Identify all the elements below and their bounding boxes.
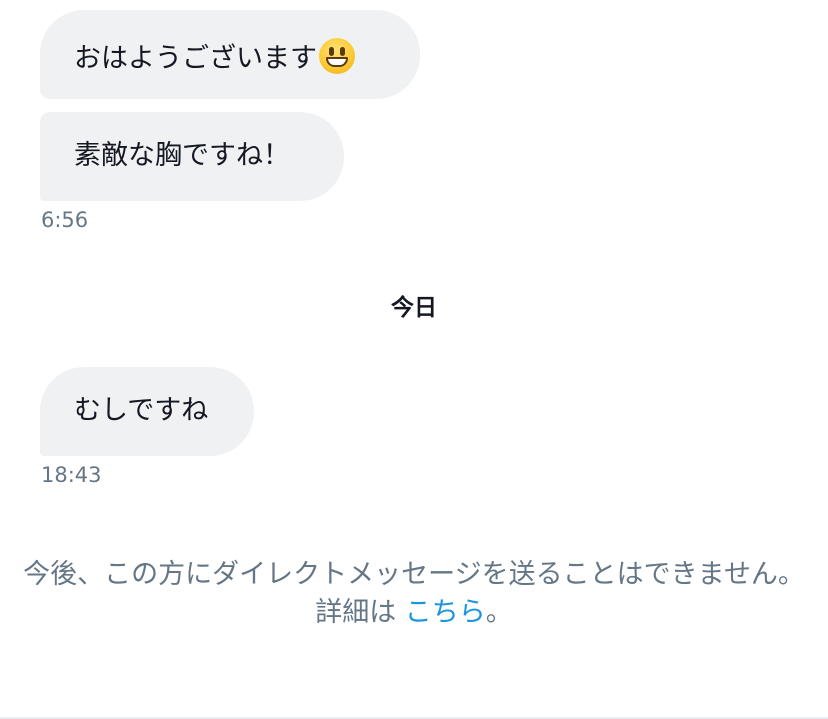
message-text: 素敵な胸ですね！ [74, 140, 290, 171]
grinning-face-emoji-icon [319, 38, 355, 74]
notice-suffix: 。 [485, 597, 513, 628]
message-bubble[interactable]: おはようございます [40, 10, 420, 99]
message-bubble[interactable]: 素敵な胸ですね！ [40, 112, 344, 201]
dm-conversation: おはようございます 素敵な胸ですね！ 6:56 今日 むしですね 18:43 今… [0, 0, 828, 719]
message-bubble[interactable]: むしですね [40, 367, 254, 456]
message-text: おはようございます [74, 43, 317, 74]
message-timestamp: 6:56 [41, 208, 89, 232]
details-link[interactable]: こちら [405, 597, 486, 628]
dm-disabled-notice: 今後、この方にダイレクトメッセージを送ることはできません。詳細は こちら。 [20, 556, 808, 632]
day-divider: 今日 [391, 295, 437, 321]
message-timestamp: 18:43 [41, 463, 102, 487]
message-text: むしですね [74, 395, 209, 426]
